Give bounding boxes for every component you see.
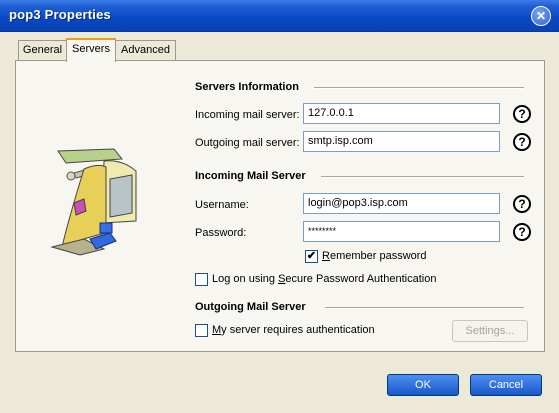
settings-button[interactable]: Settings...: [452, 320, 528, 342]
username-input[interactable]: login@pop3.isp.com: [303, 193, 500, 214]
section-divider: [325, 307, 524, 309]
username-label: Username:: [195, 199, 249, 211]
password-input[interactable]: ********: [303, 221, 500, 242]
properties-dialog: pop3 Properties ✕ General Servers Advanc…: [0, 0, 559, 413]
tab-general[interactable]: General: [18, 40, 67, 60]
servers-tab-panel: Servers Information Incoming mail server…: [15, 60, 545, 352]
requires-auth-label: My server requires authentication: [212, 324, 375, 336]
close-icon: ✕: [535, 9, 547, 23]
remember-password-label: Remember password: [322, 250, 427, 262]
mail-computer-illustration: [50, 148, 137, 256]
close-button[interactable]: ✕: [531, 6, 551, 26]
outgoing-server-label: Outgoing mail server:: [195, 137, 300, 149]
incoming-mail-server-heading: Incoming Mail Server: [195, 170, 306, 182]
section-divider: [314, 87, 524, 89]
help-icon[interactable]: ?: [513, 105, 531, 123]
tab-advanced[interactable]: Advanced: [115, 40, 176, 60]
tab-servers[interactable]: Servers: [66, 38, 116, 62]
help-icon[interactable]: ?: [513, 133, 531, 151]
window-title: pop3 Properties: [9, 7, 111, 22]
spa-label: Log on using Secure Password Authenticat…: [212, 273, 437, 285]
title-bar[interactable]: pop3 Properties ✕: [0, 0, 559, 32]
servers-information-heading: Servers Information: [195, 81, 299, 93]
section-divider: [321, 176, 524, 178]
incoming-server-input[interactable]: 127.0.0.1: [303, 103, 500, 124]
password-label: Password:: [195, 227, 247, 239]
cancel-button[interactable]: Cancel: [470, 374, 542, 396]
incoming-server-label: Incoming mail server:: [195, 109, 300, 121]
spa-checkbox[interactable]: [195, 273, 208, 286]
help-icon[interactable]: ?: [513, 195, 531, 213]
requires-auth-checkbox[interactable]: [195, 324, 208, 337]
ok-button[interactable]: OK: [387, 374, 459, 396]
outgoing-server-input[interactable]: smtp.isp.com: [303, 131, 500, 152]
remember-password-checkbox[interactable]: ✔: [305, 250, 318, 263]
outgoing-mail-server-heading: Outgoing Mail Server: [195, 301, 306, 313]
help-icon[interactable]: ?: [513, 223, 531, 241]
